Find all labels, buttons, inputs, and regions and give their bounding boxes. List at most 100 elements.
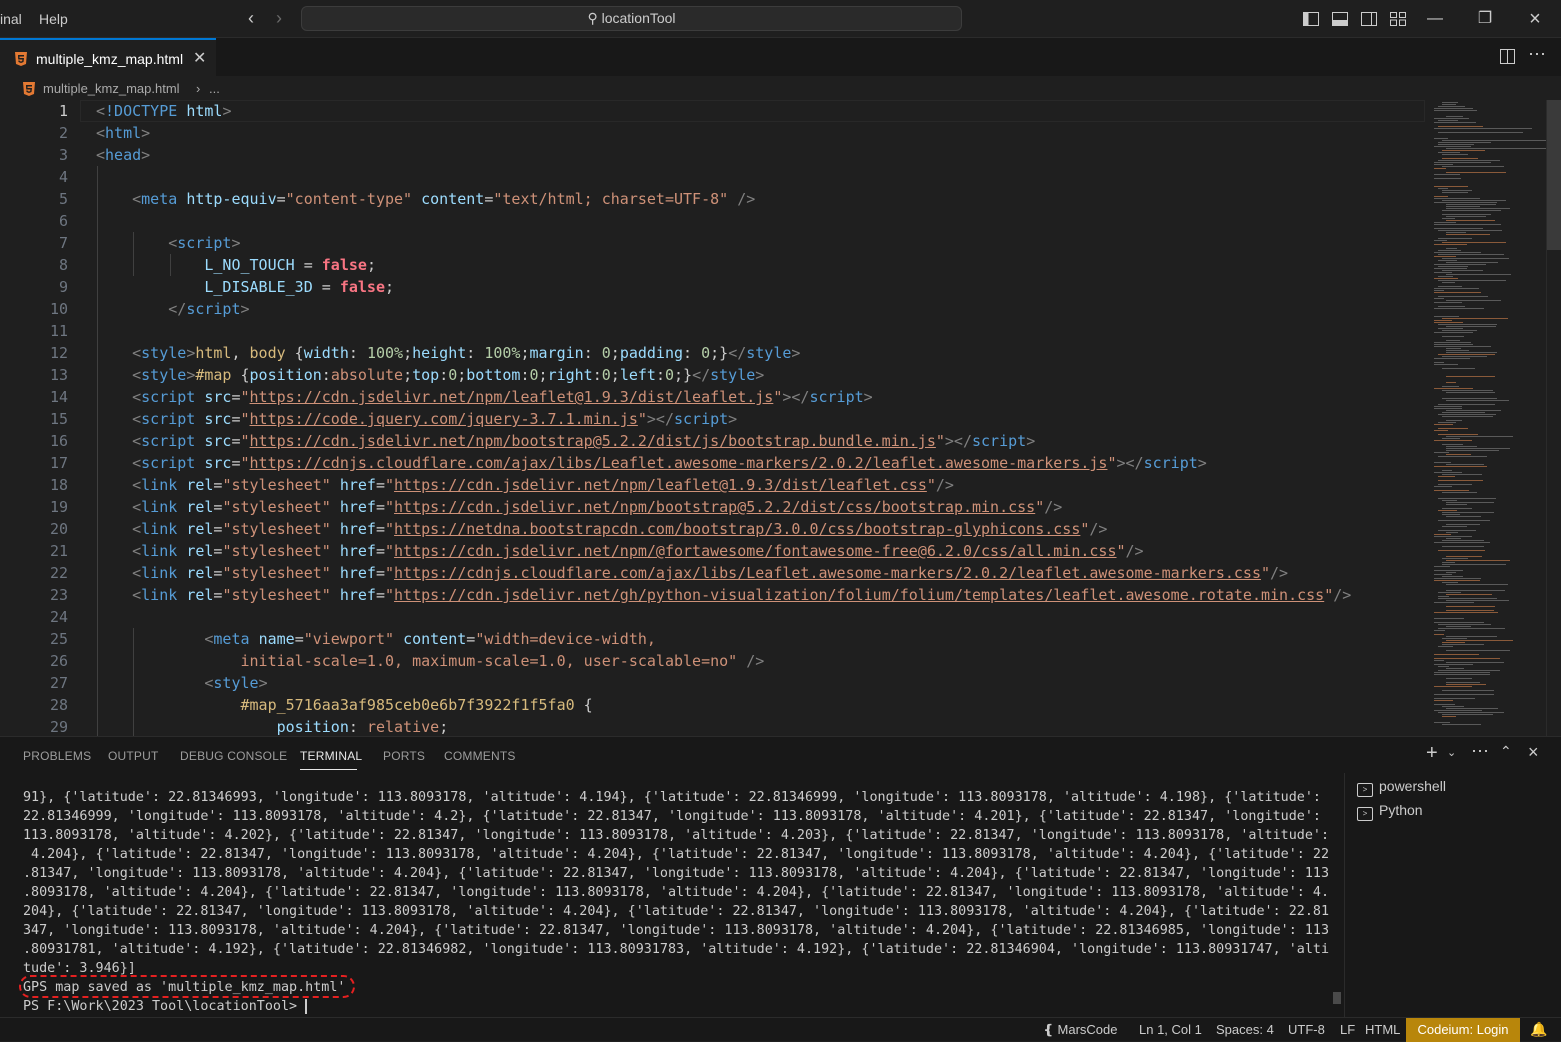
- minimap-line: [1434, 198, 1480, 199]
- maximize-panel-icon[interactable]: ⌃: [1500, 743, 1512, 760]
- code-line: <link rel="stylesheet" href="https://cdn…: [132, 564, 1289, 582]
- minimize-icon[interactable]: —: [1420, 8, 1450, 30]
- line-number: 16: [49, 432, 68, 450]
- toggle-primary-sidebar-icon[interactable]: [1302, 10, 1320, 28]
- tab-close-icon[interactable]: ✕: [193, 48, 206, 68]
- minimap-line: [1438, 520, 1490, 521]
- minimap-line: [1446, 352, 1497, 353]
- minimap-line: [1446, 682, 1480, 683]
- code-line: <script>: [168, 234, 241, 252]
- editor-tab-active[interactable]: multiple_kmz_map.html ✕: [0, 38, 216, 76]
- minimap[interactable]: [1426, 100, 1548, 736]
- minimap-line: [1438, 230, 1502, 231]
- tab-label: multiple_kmz_map.html: [36, 51, 184, 67]
- forward-arrow-icon[interactable]: ›: [269, 8, 289, 28]
- close-window-icon[interactable]: ×: [1520, 8, 1550, 30]
- more-actions-icon[interactable]: ⋯: [1528, 44, 1546, 65]
- code-editor[interactable]: 1 2 3 4 5 6 7 8 9 10 11 12 13 14 15 16 17 18 19 20 21 22 23 24 2…: [0, 100, 1561, 736]
- tab-ports[interactable]: PORTS: [383, 749, 425, 763]
- minimap-line: [1446, 326, 1496, 327]
- back-arrow-icon[interactable]: ‹: [241, 8, 261, 28]
- minimap-line: [1442, 104, 1456, 105]
- code-line: position: relative;: [276, 718, 449, 736]
- minimap-line: [1446, 590, 1505, 591]
- breadcrumb: multiple_kmz_map.html › ...: [0, 76, 1561, 100]
- minimap-line: [1434, 634, 1444, 635]
- editor-scrollbar[interactable]: [1546, 100, 1561, 736]
- minimap-line: [1434, 272, 1452, 273]
- terminal-item-powershell[interactable]: > powershell: [1357, 778, 1446, 797]
- line-number: 4: [58, 168, 68, 186]
- minimap-line: [1446, 392, 1495, 393]
- codeium-login-button[interactable]: Codeium: Login: [1406, 1018, 1520, 1042]
- code-content[interactable]: <!DOCTYPE html> <html> <head> <meta http…: [96, 100, 1426, 736]
- minimap-line: [1434, 630, 1445, 631]
- tab-debug-console[interactable]: DEBUG CONSOLE: [180, 749, 287, 763]
- terminal-item-python[interactable]: > Python: [1357, 802, 1423, 821]
- restore-icon[interactable]: ❐: [1470, 8, 1500, 30]
- line-number: 25: [49, 630, 68, 648]
- menu-help[interactable]: Help: [39, 11, 68, 27]
- notifications-bell-icon[interactable]: 🔔: [1530, 1021, 1547, 1038]
- minimap-line: [1446, 234, 1490, 235]
- menu-terminal[interactable]: inal: [0, 11, 22, 27]
- close-panel-icon[interactable]: ×: [1528, 742, 1539, 763]
- terminal-line: .81347, 'longitude': 113.8093178, 'altit…: [23, 866, 1330, 881]
- minimap-line: [1434, 162, 1491, 163]
- minimap-line: [1446, 600, 1509, 601]
- tab-terminal[interactable]: TERMINAL: [300, 749, 362, 763]
- command-center-search[interactable]: ⚲ locationTool: [301, 6, 962, 31]
- minimap-line: [1434, 322, 1463, 323]
- minimap-line: [1446, 350, 1469, 351]
- status-bar: ❴ MarsCode Ln 1, Col 1 Spaces: 4 UTF-8 L…: [0, 1017, 1561, 1042]
- chevron-down-icon[interactable]: ⌄: [1447, 746, 1456, 759]
- minimap-line: [1438, 628, 1505, 629]
- minimap-line: [1438, 480, 1483, 481]
- minimap-line: [1446, 248, 1457, 249]
- toggle-secondary-sidebar-icon[interactable]: [1360, 10, 1378, 28]
- tab-problems[interactable]: PROBLEMS: [23, 749, 91, 763]
- terminal-scrollbar-thumb[interactable]: [1333, 992, 1341, 1004]
- indentation-status[interactable]: Spaces: 4: [1216, 1022, 1274, 1037]
- minimap-line: [1442, 166, 1504, 167]
- minimap-line: [1434, 406, 1462, 407]
- minimap-line: [1434, 346, 1491, 347]
- encoding-status[interactable]: UTF-8: [1288, 1022, 1325, 1037]
- new-terminal-icon[interactable]: +: [1426, 742, 1438, 765]
- minimap-line: [1434, 128, 1532, 129]
- breadcrumb-file[interactable]: multiple_kmz_map.html: [43, 81, 180, 96]
- language-mode[interactable]: HTML: [1365, 1022, 1400, 1037]
- terminal-prompt-line[interactable]: PS F:\Work\2023 Tool\locationTool>: [23, 997, 308, 1016]
- tab-output[interactable]: OUTPUT: [108, 749, 159, 763]
- minimap-line: [1434, 654, 1479, 655]
- breadcrumb-more[interactable]: ...: [209, 81, 220, 96]
- minimap-line: [1446, 610, 1494, 611]
- split-editor-icon[interactable]: [1499, 48, 1516, 65]
- minimap-line: [1434, 110, 1477, 111]
- minimap-line: [1438, 670, 1500, 671]
- minimap-line: [1434, 178, 1461, 179]
- line-number: 1: [58, 102, 68, 120]
- minimap-line: [1434, 452, 1449, 453]
- minimap-line: [1438, 254, 1504, 255]
- minimap-line: [1438, 238, 1472, 239]
- editor-scrollbar-thumb[interactable]: [1547, 100, 1561, 250]
- marscode-status[interactable]: ❴ MarsCode: [1043, 1022, 1118, 1038]
- tab-comments[interactable]: COMMENTS: [444, 749, 516, 763]
- minimap-line: [1442, 642, 1465, 643]
- minimap-line: [1438, 422, 1456, 423]
- minimap-line: [1434, 268, 1467, 269]
- terminal-item-label: Python: [1379, 802, 1423, 818]
- minimap-line: [1442, 356, 1487, 357]
- minimap-line: [1442, 154, 1468, 155]
- more-actions-icon[interactable]: ⋯: [1471, 741, 1489, 762]
- customize-layout-icon[interactable]: [1389, 10, 1407, 28]
- minimap-line: [1434, 138, 1448, 139]
- terminal-list: > powershell > Python: [1344, 773, 1561, 1018]
- eol-status[interactable]: LF: [1340, 1022, 1355, 1037]
- cursor-position[interactable]: Ln 1, Col 1: [1139, 1022, 1202, 1037]
- minimap-line: [1446, 584, 1508, 585]
- minimap-line: [1438, 160, 1500, 161]
- toggle-panel-icon[interactable]: [1331, 10, 1349, 28]
- minimap-line: [1442, 690, 1494, 691]
